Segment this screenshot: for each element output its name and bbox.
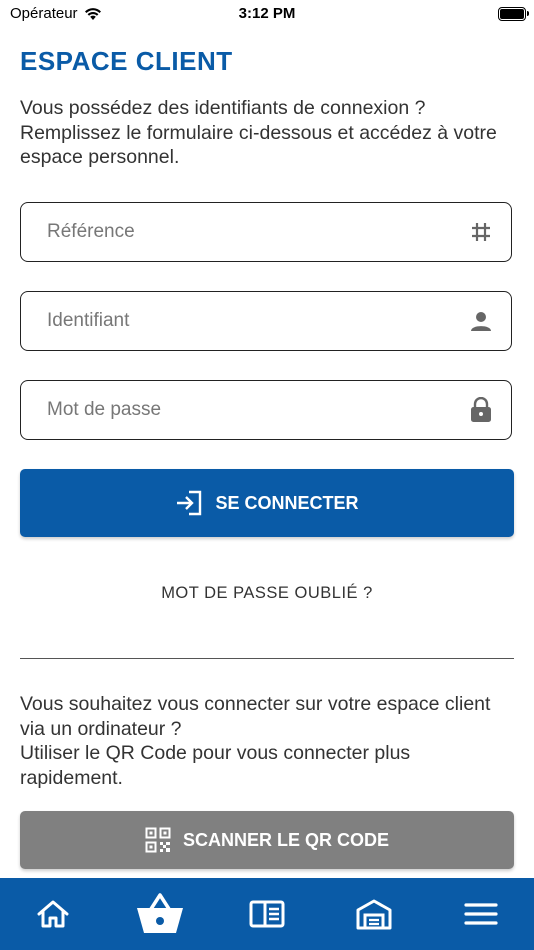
store-icon	[356, 899, 392, 930]
qr-text-line1: Vous souhaitez vous connecter sur votre …	[20, 693, 491, 740]
tab-home[interactable]	[23, 884, 83, 944]
connect-button[interactable]: SE CONNECTER	[20, 469, 514, 537]
connect-button-label: SE CONNECTER	[215, 492, 359, 513]
menu-icon	[463, 903, 498, 925]
catalog-icon	[249, 900, 285, 928]
tab-basket[interactable]	[130, 884, 190, 944]
tab-catalog[interactable]	[237, 884, 297, 944]
battery-icon	[498, 7, 529, 21]
qr-text-line2: Utiliser le QR Code pour vous connecter …	[20, 742, 411, 789]
home-icon	[37, 900, 69, 928]
login-icon	[177, 490, 202, 516]
qr-code-icon	[145, 827, 171, 853]
password-input[interactable]	[45, 398, 469, 422]
reference-input[interactable]	[45, 220, 469, 244]
tab-menu[interactable]	[451, 884, 511, 944]
hash-icon	[469, 220, 493, 244]
scan-qr-button[interactable]: SCANNER LE QR CODE	[20, 811, 514, 869]
status-time: 3:12 PM	[238, 5, 296, 22]
bottom-tab-bar	[0, 878, 534, 950]
reference-field[interactable]	[20, 202, 512, 262]
divider	[20, 658, 514, 659]
basket-icon	[137, 893, 184, 933]
password-field[interactable]	[20, 380, 512, 440]
user-icon	[469, 309, 493, 333]
tab-store[interactable]	[344, 884, 404, 944]
status-bar: Opérateur 3:12 PM	[0, 0, 534, 26]
scan-qr-button-label: SCANNER LE QR CODE	[182, 829, 389, 850]
intro-text: Vous possédez des identifiants de connex…	[20, 97, 497, 168]
identifiant-field[interactable]	[20, 291, 512, 351]
forgot-password-link[interactable]: MOT DE PASSE OUBLIÉ ?	[0, 584, 534, 603]
lock-icon	[469, 397, 493, 422]
qr-text: Vous souhaitez vous connecter sur votre …	[20, 692, 515, 790]
identifiant-input[interactable]	[45, 309, 469, 333]
page-title: ESPACE CLIENT	[20, 46, 233, 76]
